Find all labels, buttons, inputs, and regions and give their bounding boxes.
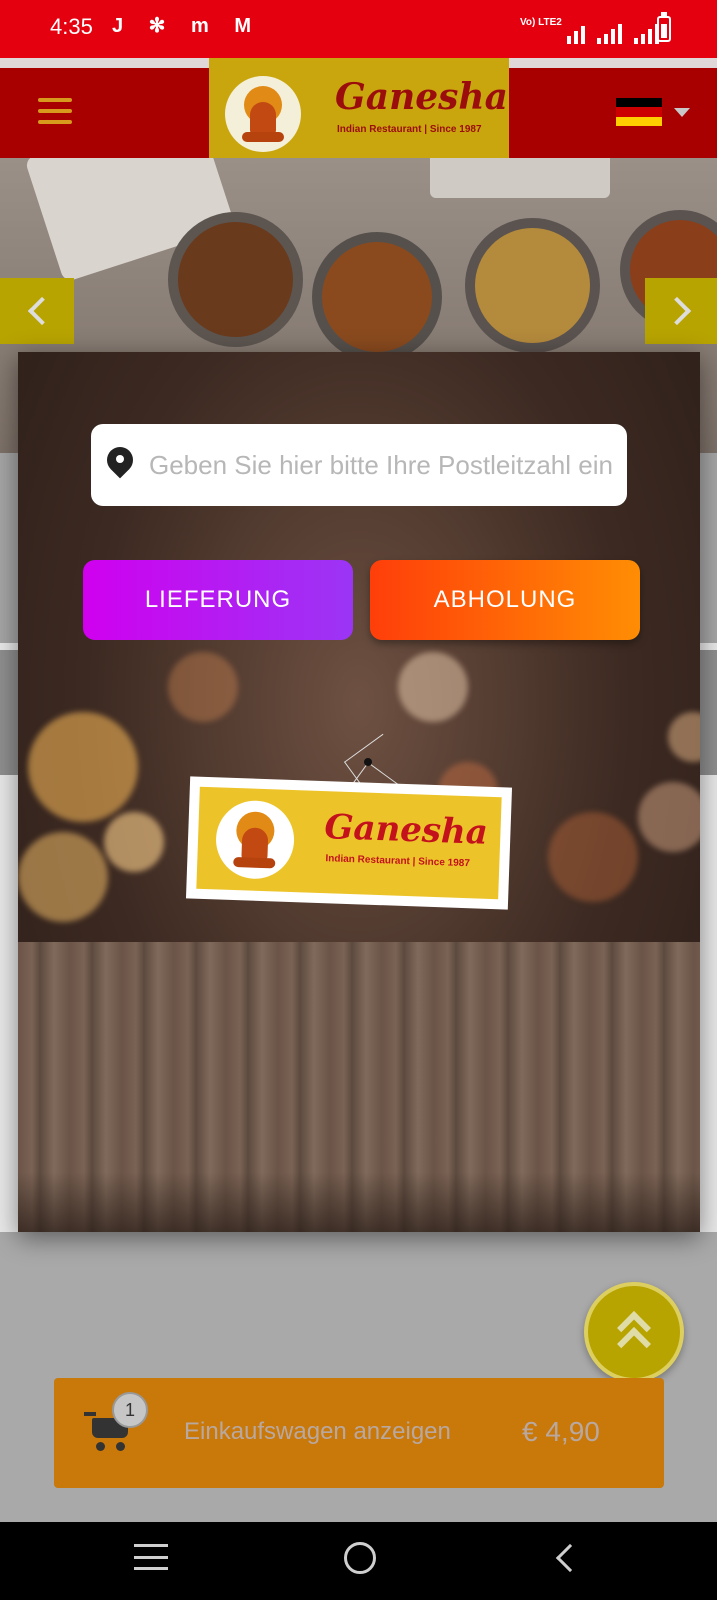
scroll-to-top-button[interactable] <box>584 1282 684 1382</box>
ganesha-emblem-icon <box>214 799 296 881</box>
status-time: 4:35 <box>50 14 93 39</box>
signal-icon <box>597 22 622 44</box>
signal-icons <box>567 16 659 44</box>
restaurant-sign: Ganesha Indian Restaurant | Since 1987 <box>185 776 513 910</box>
sign-subtitle: Indian Restaurant | Since 1987 <box>325 853 471 870</box>
cart-count-badge: 1 <box>112 1392 148 1428</box>
location-pin-icon <box>101 441 139 483</box>
logo-title: Ganesha <box>335 76 508 118</box>
signal-icon-2 <box>634 22 659 44</box>
cart-label: Einkaufswagen anzeigen <box>184 1418 451 1445</box>
menu-icon[interactable] <box>38 98 72 124</box>
delivery-button[interactable]: LIEFERUNG <box>83 560 353 640</box>
zip-code-field[interactable] <box>91 424 627 506</box>
chevron-left-icon <box>27 296 57 326</box>
wifi-icon <box>567 22 585 44</box>
pickup-button[interactable]: ABHOLUNG <box>370 560 640 640</box>
slider-next-button[interactable] <box>645 278 717 344</box>
view-cart-button[interactable]: 1 Einkaufswagen anzeigen € 4,90 <box>54 1378 664 1488</box>
battery-icon <box>657 12 671 42</box>
sign-title: Ganesha <box>323 807 489 853</box>
home-icon[interactable] <box>344 1542 376 1574</box>
german-flag-icon <box>616 98 662 126</box>
zip-code-input[interactable] <box>149 449 619 481</box>
wooden-table <box>18 942 700 1232</box>
restaurant-logo[interactable]: Ganesha Indian Restaurant | Since 1987 <box>209 58 509 158</box>
app-header: Ganesha Indian Restaurant | Since 1987 <box>0 58 717 158</box>
chevron-down-icon <box>674 107 690 117</box>
recents-icon[interactable] <box>134 1544 168 1570</box>
status-bar: 4:35 J ✻ m M Vo) LTE2 <box>0 0 717 58</box>
cart-total: € 4,90 <box>522 1416 600 1447</box>
notification-icons: J ✻ m M <box>112 15 261 37</box>
double-chevron-up-icon <box>614 1311 654 1361</box>
slider-prev-button[interactable] <box>0 278 74 344</box>
logo-subtitle: Indian Restaurant | Since 1987 <box>337 124 482 135</box>
ganesha-emblem-icon <box>225 76 301 152</box>
back-icon[interactable] <box>555 1543 585 1573</box>
chevron-right-icon <box>662 296 692 326</box>
sign-nail <box>364 758 372 766</box>
system-navigation-bar <box>0 1522 717 1600</box>
order-type-modal: LIEFERUNG ABHOLUNG Ganesha Indian Restau… <box>18 352 700 1232</box>
network-label: Vo) LTE2 <box>520 17 562 28</box>
language-selector[interactable] <box>616 98 690 126</box>
